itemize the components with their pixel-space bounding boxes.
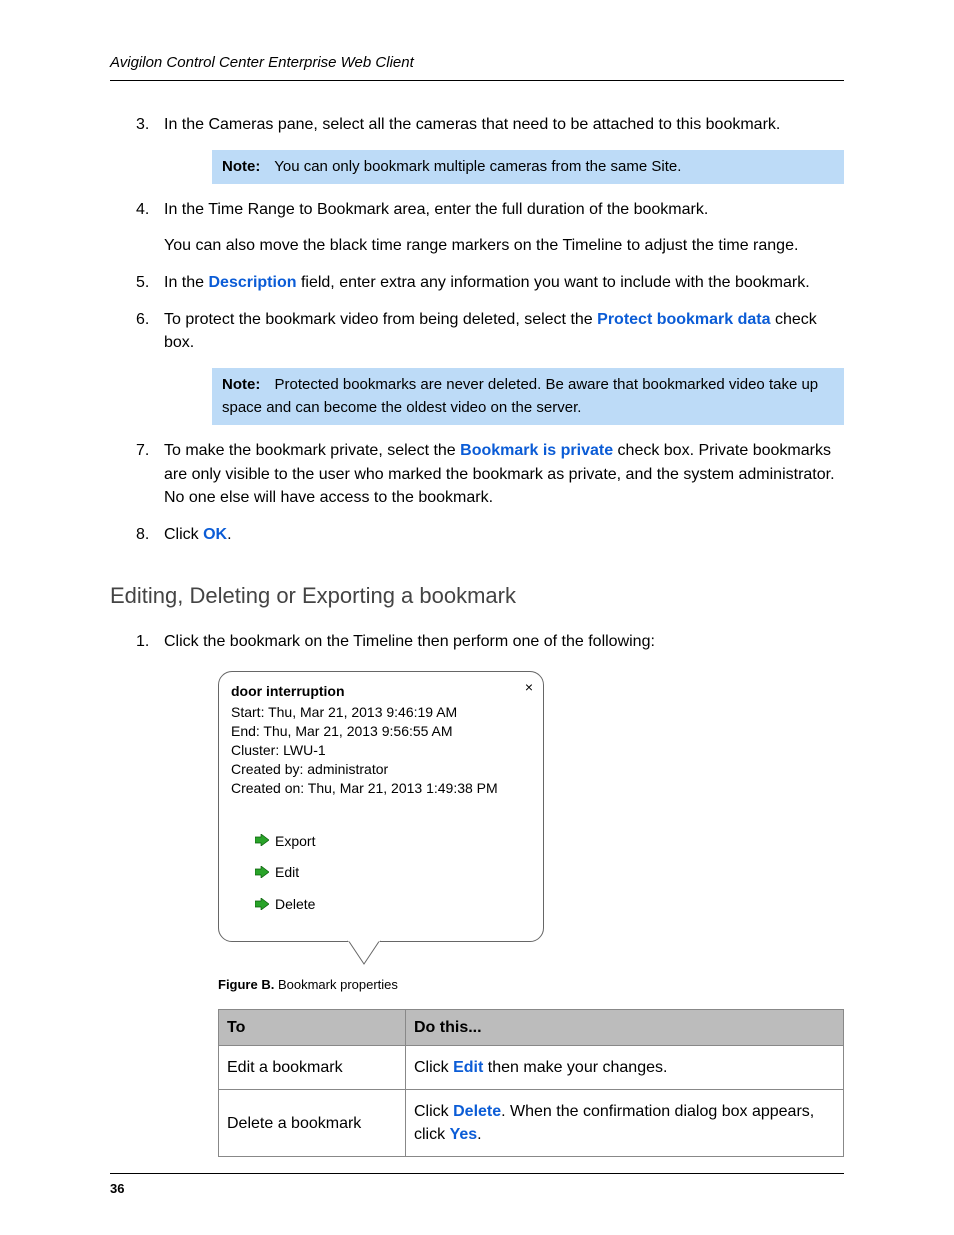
note-label: Note: (222, 376, 270, 393)
popup-line-end: End: Thu, Mar 21, 2013 9:56:55 AM (231, 722, 531, 741)
bookmark-is-private-ref: Bookmark is private (460, 442, 613, 459)
note-text: Protected bookmarks are never deleted. B… (222, 376, 818, 416)
step-number: 4. (136, 198, 149, 221)
cell-text: Click (414, 1059, 453, 1076)
yes-ref: Yes (450, 1126, 478, 1143)
step-text-pre: Click (164, 526, 203, 543)
step-number: 7. (136, 439, 149, 462)
note-label: Note: (222, 158, 270, 175)
step-number: 5. (136, 271, 149, 294)
popup-line-createdon: Created on: Thu, Mar 21, 2013 1:49:38 PM (231, 779, 531, 798)
cell-text: then make your changes. (483, 1059, 667, 1076)
col-header-to: To (219, 1009, 406, 1045)
step-text-pre: In the (164, 274, 208, 291)
arrow-right-icon (255, 864, 269, 883)
step-7: 7. To make the bookmark private, select … (136, 439, 844, 509)
step-5: 5. In the Description field, enter extra… (136, 271, 844, 294)
step-followup: You can also move the black time range m… (164, 234, 844, 257)
cell-task: Delete a bookmark (219, 1089, 406, 1156)
step-1b: 1. Click the bookmark on the Timeline th… (136, 630, 844, 1157)
export-label: Export (275, 833, 315, 849)
ordered-steps-2: 1. Click the bookmark on the Timeline th… (136, 630, 844, 1157)
delete-ref: Delete (453, 1103, 501, 1120)
page: Avigilon Control Center Enterprise Web C… (0, 0, 954, 1235)
step-8: 8. Click OK. (136, 523, 844, 546)
step-number: 3. (136, 113, 149, 136)
ok-ref: OK (203, 526, 227, 543)
cell-text: Click (414, 1103, 453, 1120)
col-header-do: Do this... (406, 1009, 844, 1045)
bookmark-popup: × door interruption Start: Thu, Mar 21, … (218, 671, 544, 942)
description-field-ref: Description (208, 274, 296, 291)
popup-line-createdby: Created by: administrator (231, 760, 531, 779)
page-number: 36 (110, 1173, 844, 1199)
figure-label: Figure B. (218, 977, 274, 992)
figure-caption: Figure B. Bookmark properties (218, 976, 844, 995)
popup-line-cluster: Cluster: LWU-1 (231, 741, 531, 760)
note-box: Note: You can only bookmark multiple cam… (212, 150, 844, 185)
delete-label: Delete (275, 896, 315, 912)
step-3: 3. In the Cameras pane, select all the c… (136, 113, 844, 185)
step-text: In the Time Range to Bookmark area, ente… (164, 201, 708, 218)
step-4: 4. In the Time Range to Bookmark area, e… (136, 198, 844, 256)
note-text: You can only bookmark multiple cameras f… (274, 158, 681, 175)
step-number: 1. (136, 630, 149, 653)
step-text-pre: To protect the bookmark video from being… (164, 311, 597, 328)
note-box: Note: Protected bookmarks are never dele… (212, 368, 844, 425)
popup-title: door interruption (231, 682, 531, 701)
cell-action: Click Delete. When the confirmation dial… (406, 1089, 844, 1156)
step-text-post: . (227, 526, 231, 543)
ordered-steps: 3. In the Cameras pane, select all the c… (136, 113, 844, 546)
cell-task: Edit a bookmark (219, 1045, 406, 1089)
figure-text: Bookmark properties (274, 977, 398, 992)
edit-label: Edit (275, 864, 299, 880)
section-heading: Editing, Deleting or Exporting a bookmar… (110, 580, 844, 612)
procedure-table: To Do this... Edit a bookmark Click Edit… (218, 1009, 844, 1158)
cell-action: Click Edit then make your changes. (406, 1045, 844, 1089)
arrow-right-icon (255, 832, 269, 851)
popup-line-start: Start: Thu, Mar 21, 2013 9:46:19 AM (231, 703, 531, 722)
delete-button[interactable]: Delete (255, 889, 531, 921)
export-button[interactable]: Export (255, 826, 531, 858)
step-text: Click the bookmark on the Timeline then … (164, 633, 655, 650)
table-row: Delete a bookmark Click Delete. When the… (219, 1089, 844, 1156)
running-header: Avigilon Control Center Enterprise Web C… (110, 52, 844, 81)
edit-ref: Edit (453, 1059, 483, 1076)
step-6: 6. To protect the bookmark video from be… (136, 308, 844, 425)
protect-bookmark-data-ref: Protect bookmark data (597, 311, 770, 328)
bookmark-popup-figure: × door interruption Start: Thu, Mar 21, … (218, 671, 844, 970)
popup-tail (218, 942, 518, 970)
step-number: 6. (136, 308, 149, 331)
popup-actions: Export Edit Delete (231, 826, 531, 921)
cell-text: . (477, 1126, 481, 1143)
step-number: 8. (136, 523, 149, 546)
table-row: Edit a bookmark Click Edit then make you… (219, 1045, 844, 1089)
close-icon[interactable]: × (525, 678, 533, 697)
step-text: In the Cameras pane, select all the came… (164, 116, 780, 133)
step-text-post: field, enter extra any information you w… (297, 274, 810, 291)
edit-button[interactable]: Edit (255, 857, 531, 889)
step-text-pre: To make the bookmark private, select the (164, 442, 460, 459)
arrow-right-icon (255, 896, 269, 915)
